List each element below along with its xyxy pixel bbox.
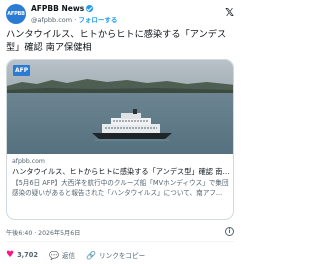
- copy-link-label: リンクをコピー: [99, 252, 146, 260]
- afp-logo: AFP: [13, 65, 31, 76]
- heart-icon[interactable]: ♥: [6, 250, 14, 260]
- x-logo-icon[interactable]: 𝕏: [225, 6, 234, 19]
- like-count[interactable]: 3,702: [17, 251, 38, 259]
- link-icon: 🔗: [86, 250, 97, 260]
- account-name-row[interactable]: AFPBB News: [31, 4, 94, 13]
- handle-row: @afpbb.com · フォローする: [31, 14, 117, 24]
- account-handle[interactable]: @afpbb.com: [31, 16, 72, 24]
- link-card[interactable]: AFP afpbb.com ハンタウイルス、ヒトからヒトに感染する「アンデス型」…: [6, 59, 234, 220]
- reply-icon: 💬: [48, 250, 59, 260]
- avatar[interactable]: AFPBB: [6, 4, 26, 24]
- card-domain: afpbb.com: [12, 158, 45, 165]
- account-name[interactable]: AFPBB News: [31, 4, 84, 13]
- verified-badge-icon: [86, 5, 94, 12]
- action-bar: ♥ 3,702 💬 返信 🔗 リンクをコピー: [6, 249, 234, 261]
- tweet-header: AFPBB AFPBB News @afpbb.com · フォローする 𝕏: [6, 3, 234, 25]
- reply-label: 返信: [61, 252, 76, 260]
- avatar-text: AFPBB: [7, 11, 25, 17]
- tweet-text: ハンタウイルス、ヒトからヒトに感染する「アンデス型」確認 南ア保健相: [6, 29, 227, 53]
- card-title[interactable]: ハンタウイルス、ヒトからヒトに感染する「アンデス型」確認 南ア保...: [12, 167, 230, 177]
- tweet-timestamp[interactable]: 午後6:40 · 2026年5月6日: [6, 228, 80, 237]
- copy-link-button[interactable]: 🔗 リンクをコピー: [86, 250, 146, 261]
- follow-button[interactable]: フォローする: [78, 16, 117, 24]
- card-description: 【5月6日 AFP】大西洋を航行中のクルーズ船「MVホンディウス」で集団感染の疑…: [12, 179, 229, 197]
- reply-button[interactable]: 💬 返信: [48, 250, 76, 261]
- divider: [6, 241, 234, 242]
- ship-photo: [7, 60, 233, 154]
- info-icon[interactable]: i: [225, 227, 234, 236]
- separator-dot: ·: [74, 16, 77, 24]
- card-image[interactable]: AFP: [7, 60, 233, 154]
